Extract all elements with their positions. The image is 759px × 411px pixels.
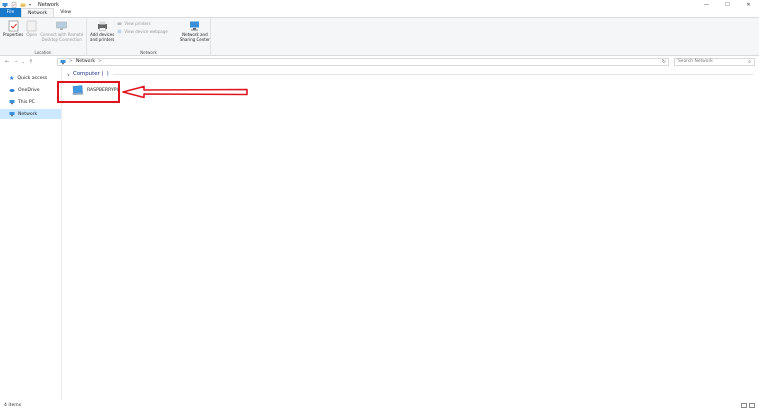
maximize-button[interactable]: ☐ (717, 0, 738, 9)
search-placeholder: Search Network (678, 59, 713, 64)
recent-locations-icon[interactable]: ⌄ (21, 59, 24, 64)
ribbon-group-label-location: Location (34, 50, 52, 55)
nav-item-quick-access[interactable]: ★ Quick access (0, 73, 61, 83)
new-folder-icon[interactable] (20, 2, 26, 8)
breadcrumb-separator[interactable]: > (98, 59, 102, 64)
forward-button[interactable]: → (13, 59, 17, 65)
address-field[interactable]: > Network > ↻ (57, 57, 669, 66)
address-bar-row: ← → ⌄ ↑ > Network > ↻ Search Network ⌕ (0, 56, 759, 67)
printer-icon (97, 21, 107, 31)
ribbon-group-label-network: Network (140, 50, 157, 55)
view-printers-icon (117, 22, 122, 25)
navigation-pane: ★ Quick access OneDrive This PC Network (0, 67, 62, 400)
view-printers-button[interactable]: View printers (117, 21, 167, 26)
up-button[interactable]: ↑ (29, 59, 33, 65)
nav-item-network[interactable]: Network (0, 109, 61, 119)
network-icon[interactable] (2, 2, 8, 8)
group-divider (113, 74, 753, 75)
window-title: Network (38, 1, 59, 8)
cloud-icon (9, 89, 15, 92)
ribbon-group-network: Add devices and printers View printers V… (87, 18, 211, 56)
arrow-annotation (122, 85, 248, 99)
status-bar: 4 items (0, 400, 759, 411)
close-button[interactable]: ✕ (738, 0, 759, 9)
tab-file[interactable]: File (0, 8, 21, 17)
network-icon (60, 59, 66, 64)
network-icon (9, 112, 15, 117)
tab-view[interactable]: View (54, 8, 77, 17)
search-input[interactable]: Search Network ⌕ (674, 57, 755, 66)
webpage-icon (117, 29, 122, 34)
ribbon: Properties Open Connect with Remote Desk… (0, 18, 759, 56)
view-device-webpage-button[interactable]: View device webpage (117, 29, 168, 34)
breadcrumb-network[interactable]: Network (76, 59, 95, 64)
qat-dropdown-icon[interactable]: ▾ (29, 2, 31, 7)
nav-item-this-pc[interactable]: This PC (0, 97, 61, 107)
title-bar: ▾ Network — ☐ ✕ (0, 0, 759, 9)
item-count: 4 items (4, 403, 22, 408)
ribbon-group-location: Properties Open Connect with Remote Desk… (0, 18, 87, 56)
remote-desktop-icon (56, 21, 67, 30)
breadcrumb-separator[interactable]: > (69, 59, 73, 64)
network-sharing-center-icon (190, 21, 200, 31)
chevron-down-icon: ∨ (67, 71, 70, 77)
nav-item-onedrive[interactable]: OneDrive (0, 85, 61, 95)
details-view-icon[interactable] (741, 403, 747, 408)
group-header-computer[interactable]: ∨ Computer ( ) (67, 71, 109, 77)
content-pane: ∨ Computer ( ) RASPBERRYPI (57, 67, 759, 400)
tab-network[interactable]: Network (21, 8, 55, 17)
properties-icon (8, 20, 18, 32)
properties-icon[interactable] (11, 1, 17, 8)
search-icon[interactable]: ⌕ (748, 59, 751, 65)
ribbon-tabs: File Network View (0, 8, 759, 18)
refresh-icon[interactable]: ↻ (662, 59, 666, 65)
star-icon: ★ (9, 74, 15, 82)
open-icon (26, 20, 37, 32)
highlight-box (57, 81, 120, 103)
back-button[interactable]: ← (5, 59, 9, 65)
large-icons-view-icon[interactable] (749, 403, 755, 408)
computer-icon (9, 100, 15, 105)
minimize-button[interactable]: — (696, 0, 717, 9)
